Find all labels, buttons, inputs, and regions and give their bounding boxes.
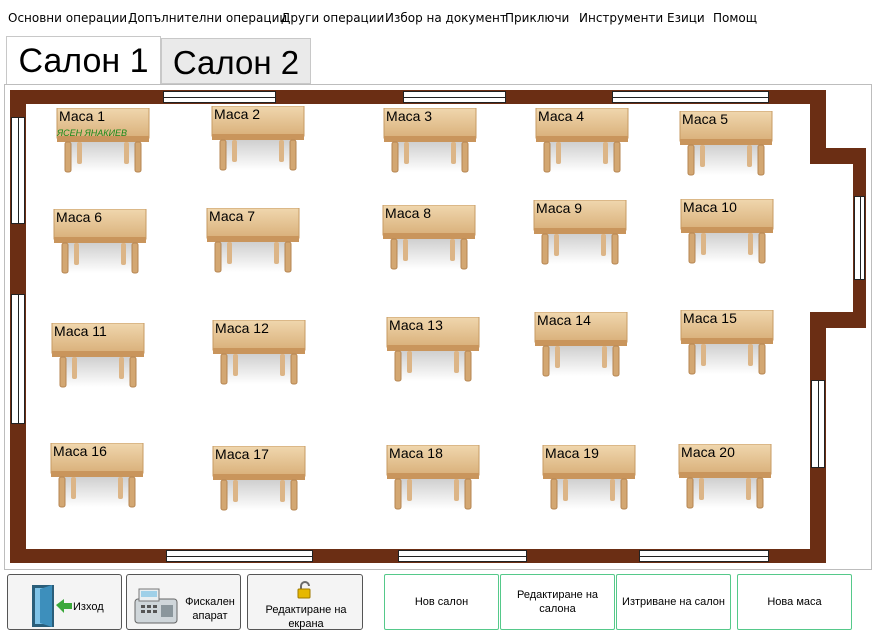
- table-label: Маса 13: [389, 317, 443, 333]
- table-label: Маса 16: [53, 443, 107, 459]
- window: [811, 380, 825, 468]
- table-label: Маса 14: [537, 312, 591, 328]
- window: [166, 550, 313, 562]
- table-label: Маса 5: [682, 111, 729, 127]
- lock-icon: [297, 581, 311, 599]
- table-11[interactable]: Маса 11: [50, 323, 146, 393]
- table-19[interactable]: Маса 19: [541, 445, 637, 515]
- menu-additional-operations[interactable]: Допълнителни операции: [128, 11, 287, 25]
- cash-register-icon: [134, 588, 178, 624]
- menu-help[interactable]: Помощ: [713, 11, 757, 25]
- table-4[interactable]: Маса 4: [534, 108, 630, 178]
- table-label: Маса 3: [386, 108, 433, 124]
- table-label: Маса 10: [683, 199, 737, 215]
- window: [612, 91, 769, 103]
- menu-tools[interactable]: Инструменти: [579, 11, 663, 25]
- table-label: Маса 9: [536, 200, 583, 216]
- new-hall-label: Нов салон: [414, 596, 469, 608]
- menu-bar: Основни операции Допълнителни операции Д…: [0, 0, 876, 32]
- edit-hall-button[interactable]: Редактиране на салона: [500, 574, 615, 630]
- table-2[interactable]: Маса 2: [210, 106, 306, 176]
- table-5[interactable]: Маса 5: [678, 111, 774, 181]
- table-label: Маса 17: [215, 446, 269, 462]
- table-10[interactable]: Маса 10: [679, 199, 775, 269]
- window: [11, 294, 25, 424]
- window: [163, 91, 276, 103]
- menu-languages[interactable]: Езици: [667, 11, 705, 25]
- table-6[interactable]: Маса 6: [52, 209, 148, 279]
- delete-hall-label: Изтриване на салон: [622, 596, 725, 608]
- table-label: Маса 7: [209, 208, 256, 224]
- table-label: Маса 1: [59, 108, 106, 124]
- new-table-button[interactable]: Нова маса: [737, 574, 852, 630]
- window: [11, 117, 25, 224]
- exit-button[interactable]: Изход: [7, 574, 122, 630]
- table-label: Маса 11: [54, 323, 107, 339]
- table-17[interactable]: Маса 17: [211, 446, 307, 516]
- table-1[interactable]: Маса 1 ЯСЕН ЯНАКИЕВ: [55, 108, 151, 178]
- fiscal-device-button[interactable]: Фискален апарат: [126, 574, 241, 630]
- new-hall-button[interactable]: Нов салон: [384, 574, 499, 630]
- table-label: Маса 6: [56, 209, 103, 225]
- table-label: Маса 15: [683, 310, 737, 326]
- table-label: Маса 2: [214, 106, 261, 122]
- menu-basic-operations[interactable]: Основни операции: [8, 11, 127, 25]
- edit-screen-button[interactable]: Редактиране на екрана: [247, 574, 363, 630]
- menu-other-operations[interactable]: Други операции: [281, 11, 384, 25]
- table-7[interactable]: Маса 7: [205, 208, 301, 278]
- table-label: Маса 18: [389, 445, 443, 461]
- table-16[interactable]: Маса 16: [49, 443, 145, 513]
- table-14[interactable]: Маса 14: [533, 312, 629, 382]
- tab-hall-2[interactable]: Салон 2: [161, 38, 311, 84]
- exit-door-icon: [32, 585, 72, 627]
- table-20[interactable]: Маса 20: [677, 444, 773, 514]
- exit-label: Изход: [73, 601, 104, 613]
- table-13[interactable]: Маса 13: [385, 317, 481, 387]
- table-8[interactable]: Маса 8: [381, 205, 477, 275]
- tab-hall-1[interactable]: Салон 1: [6, 36, 161, 86]
- table-15[interactable]: Маса 15: [679, 310, 775, 380]
- table-label: Маса 19: [545, 445, 599, 461]
- table-label: Маса 4: [538, 108, 585, 124]
- app-icon: [8, 0, 28, 4]
- menu-close[interactable]: Приключи: [505, 11, 569, 25]
- new-table-label: Нова маса: [767, 596, 822, 608]
- delete-hall-button[interactable]: Изтриване на салон: [616, 574, 731, 630]
- waiter-name: ЯСЕН ЯНАКИЕВ: [57, 128, 128, 138]
- window: [639, 550, 769, 562]
- table-18[interactable]: Маса 18: [385, 445, 481, 515]
- table-label: Маса 12: [215, 320, 269, 336]
- table-3[interactable]: Маса 3: [382, 108, 478, 178]
- window: [854, 196, 865, 280]
- table-label: Маса 8: [385, 205, 432, 221]
- table-label: Маса 20: [681, 444, 735, 460]
- window: [403, 91, 506, 103]
- fiscal-label: Фискален апарат: [185, 596, 235, 622]
- table-12[interactable]: Маса 12: [211, 320, 307, 390]
- edit-hall-label: Редактиране на салона: [516, 589, 599, 615]
- menu-document-select[interactable]: Избор на документ: [385, 11, 507, 25]
- table-9[interactable]: Маса 9: [532, 200, 628, 270]
- window: [398, 550, 527, 562]
